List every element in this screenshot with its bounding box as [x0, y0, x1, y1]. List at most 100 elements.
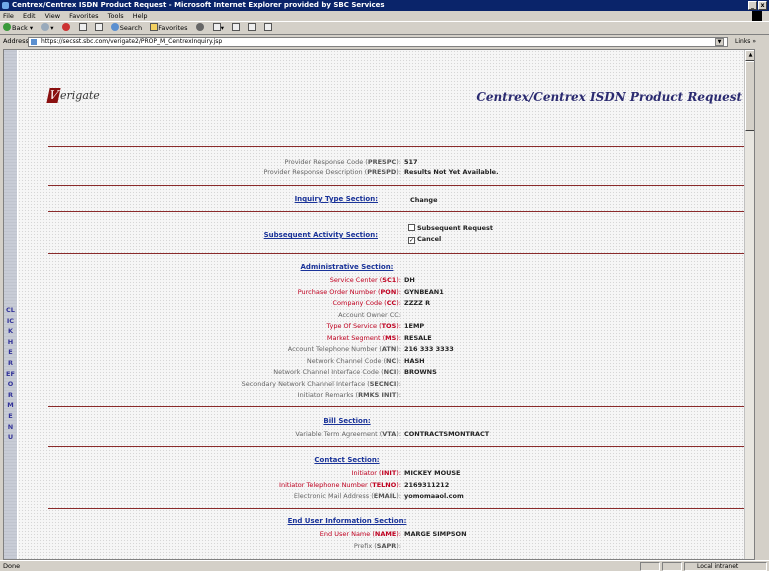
close-button[interactable]: x — [758, 1, 767, 10]
menu-help[interactable]: Help — [133, 12, 148, 20]
mail-icon — [212, 23, 221, 31]
forward-arrow-icon — [41, 23, 50, 31]
divider — [48, 406, 748, 407]
contact-field-label: Initiator Telephone Number (TELNO): — [279, 480, 401, 489]
admin-row: Market Segment (MS): RESALE — [48, 333, 748, 343]
edit-button[interactable] — [248, 22, 257, 35]
address-url: https://secsst.sbc.com/verigate2/PROP_M_… — [41, 38, 223, 45]
page-content: CLICKHEREFORMENU Verigate Centrex/Centre… — [3, 49, 755, 560]
admin-row: Initiator Remarks (RMKS INIT): — [48, 390, 748, 400]
scroll-thumb[interactable] — [745, 61, 754, 131]
vta-row: Variable Term Agreement (VTA): CONTRACTS… — [48, 429, 748, 439]
prespc-row: Provider Response Code (PRESPC): 517 — [48, 157, 748, 167]
admin-field-label: Secondary Network Channel Interface (SEC… — [241, 379, 401, 388]
history-icon — [195, 23, 204, 31]
favorites-icon — [150, 23, 159, 31]
admin-field-value: HASH — [404, 356, 425, 365]
admin-field-label: Network Channel Interface Code (NCI): — [273, 368, 401, 376]
contact-row: Initiator (INIT): MICKEY MOUSE — [48, 468, 748, 478]
print-icon — [232, 23, 241, 31]
stop-button[interactable] — [61, 22, 71, 35]
enduser-section-title: End User Information Section: — [287, 517, 407, 525]
click-here-for-menu[interactable]: CLICKHEREFORMENU — [6, 305, 15, 443]
links-button[interactable]: Links » — [735, 35, 756, 48]
subsequent-request-option[interactable]: Subsequent Request — [408, 223, 493, 233]
forward-button[interactable]: ▾ — [41, 22, 53, 35]
admin-section-title: Administrative Section: — [300, 263, 394, 271]
edit-icon — [248, 23, 257, 31]
admin-field-label: Company Code (CC): — [332, 299, 401, 307]
inquiry-section-title: Inquiry Type Section: — [294, 195, 378, 203]
vta-label: Variable Term Agreement (VTA): — [295, 430, 401, 438]
history-button[interactable] — [195, 22, 205, 35]
print-button[interactable] — [232, 22, 241, 35]
contact-field-value: yomomaaol.com — [404, 492, 464, 500]
minimize-button[interactable]: _ — [748, 1, 757, 10]
admin-field-value: RESALE — [404, 333, 432, 342]
admin-row: Network Channel Code (NC): HASH — [48, 356, 748, 366]
menu-file[interactable]: File — [3, 12, 14, 20]
divider — [48, 185, 748, 186]
admin-field-value: 216 333 3333 — [404, 345, 454, 353]
contact-field-value: 2169311212 — [404, 480, 450, 489]
main-panel: Verigate Centrex/Centrex ISDN Product Re… — [18, 50, 754, 559]
back-button[interactable]: Back ▾ — [3, 22, 33, 35]
enduser-field-value: MARGE SIMPSON — [404, 530, 467, 538]
windows-logo-icon — [752, 11, 762, 21]
enduser-row: End User Name (NAME): MARGE SIMPSON — [48, 529, 748, 539]
discuss-icon — [264, 23, 273, 31]
menu-edit[interactable]: Edit — [23, 12, 36, 20]
divider — [48, 446, 748, 447]
admin-field-value: 1EMP — [404, 322, 425, 330]
refresh-button[interactable] — [78, 22, 87, 35]
mail-button[interactable]: ▾ — [212, 22, 224, 35]
address-input[interactable]: https://secsst.sbc.com/verigate2/PROP_M_… — [28, 37, 728, 47]
subsequent-request-checkbox[interactable] — [408, 224, 415, 231]
enduser-row: Prefix (SAPR): — [48, 541, 748, 551]
prespc-value: 517 — [404, 158, 418, 166]
admin-field-label: Network Channel Code (NC): — [306, 356, 401, 365]
status-text: Done — [3, 562, 21, 570]
menu-tools[interactable]: Tools — [108, 12, 124, 20]
menu-view[interactable]: View — [45, 12, 60, 20]
toolbar: Back ▾ ▾ Search Favorites ▾ — [0, 21, 769, 35]
admin-field-value: GYNBEAN1 — [404, 287, 444, 296]
vertical-scrollbar[interactable]: ▲ — [744, 50, 754, 559]
scroll-up-button[interactable]: ▲ — [745, 50, 754, 61]
side-menu[interactable]: CLICKHEREFORMENU — [4, 50, 17, 559]
favorites-button[interactable]: Favorites — [150, 22, 188, 35]
divider — [48, 253, 748, 254]
admin-field-label: Purchase Order Number (PON): — [297, 287, 401, 296]
ie-icon — [2, 2, 9, 9]
bill-section-title: Bill Section: — [323, 417, 371, 425]
home-button[interactable] — [94, 22, 103, 35]
enduser-field-label: End User Name (NAME): — [319, 530, 401, 538]
enduser-field-label: Prefix (SAPR): — [353, 541, 401, 550]
admin-row: Purchase Order Number (PON): GYNBEAN1 — [48, 287, 748, 297]
window-title: Centrex/Centrex ISDN Product Request - M… — [12, 1, 385, 9]
inquiry-value: Change — [410, 196, 438, 204]
contact-field-label: Electronic Mail Address (EMAIL): — [293, 492, 401, 500]
address-dropdown-button[interactable]: ▼ — [715, 38, 724, 46]
home-icon — [94, 23, 103, 31]
admin-row: Type Of Service (TOS): 1EMP — [48, 321, 748, 331]
page-icon — [31, 39, 37, 45]
status-cell — [640, 562, 660, 571]
admin-field-label: Market Segment (MS): — [326, 333, 401, 342]
search-button[interactable]: Search — [110, 22, 142, 35]
cancel-checkbox[interactable]: ✓ — [408, 237, 415, 244]
menu-favorites[interactable]: Favorites — [69, 12, 98, 20]
zone-indicator: Local intranet — [684, 562, 767, 571]
admin-field-value: ZZZZ R — [404, 299, 431, 307]
browser-window: Centrex/Centrex ISDN Product Request - M… — [0, 0, 769, 571]
admin-field-label: Initiator Remarks (RMKS INIT): — [297, 391, 401, 399]
admin-field-label: Type Of Service (TOS): — [326, 322, 401, 330]
cancel-option[interactable]: ✓ Cancel — [408, 234, 441, 244]
logo-mark: V — [46, 88, 61, 103]
admin-row: Account Telephone Number (ATN): 216 333 3… — [48, 344, 748, 354]
title-bar: Centrex/Centrex ISDN Product Request - M… — [0, 0, 769, 11]
back-arrow-icon — [3, 23, 11, 31]
address-label: Address — [3, 37, 29, 45]
prespd-value: Results Not Yet Available. — [404, 168, 499, 176]
discuss-button[interactable] — [264, 22, 273, 35]
